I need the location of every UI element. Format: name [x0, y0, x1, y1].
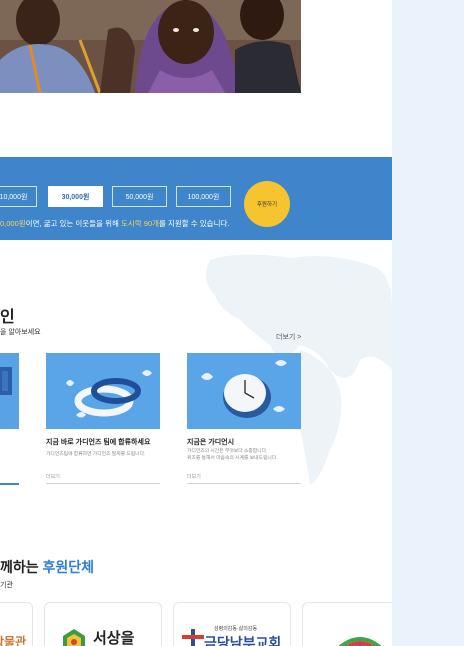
rainbow-arc-icon: [338, 637, 382, 646]
donation-message: 0,000원이면, 굶고 있는 이웃들을 위해 도시락 90개를 지원할 수 있…: [0, 218, 229, 229]
donation-message-text: 이면, 굶고 있는 이웃들을 위해: [25, 219, 121, 228]
page-content: 10,000원 30,000원 50,000원 100,000원 후원하기 0,…: [0, 0, 392, 646]
sponsors-title: 께하는 후원단체: [0, 557, 94, 577]
sponsor-logo-caption: 성령의감동·삶의감동: [214, 626, 258, 632]
amount-option-50000[interactable]: 50,000원: [112, 186, 167, 207]
campaign-card-title-clock: 지금은 가디언시: [187, 439, 235, 446]
right-side-panel: [392, 0, 464, 646]
amount-option-30000[interactable]: 30,000원: [48, 186, 103, 207]
sponsor-logo-church: 금당남부교회: [204, 635, 282, 646]
hero-photo: [0, 0, 301, 93]
sponsor-emblem-icon: [63, 629, 85, 646]
sponsors-title-prefix: 께하는: [0, 559, 43, 575]
more-link[interactable]: 더보기 >: [276, 332, 301, 342]
campaign-card-underline-partial: [0, 483, 19, 485]
campaign-card-more-bracelet[interactable]: 더보기: [46, 473, 60, 480]
campaign-card-underline-bracelet: [46, 483, 160, 484]
amount-option-100000[interactable]: 100,000원: [176, 186, 231, 207]
sponsors-title-highlight: 후원단체: [42, 559, 95, 575]
campaign-card-desc1-clock: 가디언즈의 시간은 무엇보다 소중합니다.: [187, 449, 268, 454]
campaign-card-image-bracelet[interactable]: [46, 353, 160, 429]
campaign-card-more-clock[interactable]: 더보기: [187, 473, 201, 480]
campaign-card-desc-bracelet: 가디언즈팀에 합류하면 가디언즈 팔찌를 드립니다.: [46, 452, 146, 457]
campaign-subtitle: 을 알아보세요: [0, 329, 41, 336]
cross-icon: [182, 629, 204, 646]
sponsor-logo-card-rainbow[interactable]: [302, 602, 392, 646]
donation-message-suffix: 를 지원할 수 있습니다.: [159, 219, 230, 228]
sponsor-logo-seosang: 서상을: [93, 629, 135, 646]
campaign-title: 인: [0, 309, 15, 326]
donate-button[interactable]: 후원하기: [244, 181, 290, 227]
campaign-card-image-clock[interactable]: [187, 353, 301, 429]
sponsors-subtitle: 기관: [0, 582, 13, 589]
sponsor-logo-card-seosang[interactable]: 서상을: [44, 602, 162, 646]
sponsor-logo-museum: 박물관: [0, 635, 27, 646]
campaign-card-desc2-clock: 퀴즈를 통해서 마음속의 시계를 보내드립니다.: [187, 456, 278, 461]
sponsor-logo-card-museum[interactable]: 박물관: [0, 602, 33, 646]
campaign-card-image-partial[interactable]: [0, 353, 19, 429]
campaign-card-underline-clock: [187, 483, 301, 484]
sponsor-logo-card-church[interactable]: 성령의감동·삶의감동 금당남부교회: [173, 602, 291, 646]
amount-option-10000[interactable]: 10,000원: [0, 186, 37, 207]
donation-amount-text: 0,000원: [0, 219, 26, 228]
donation-highlight-text: 도시락 90개: [120, 219, 160, 228]
campaign-card-title-bracelet: 지금 바로 가디언즈 팀에 합류하세요: [46, 439, 151, 446]
